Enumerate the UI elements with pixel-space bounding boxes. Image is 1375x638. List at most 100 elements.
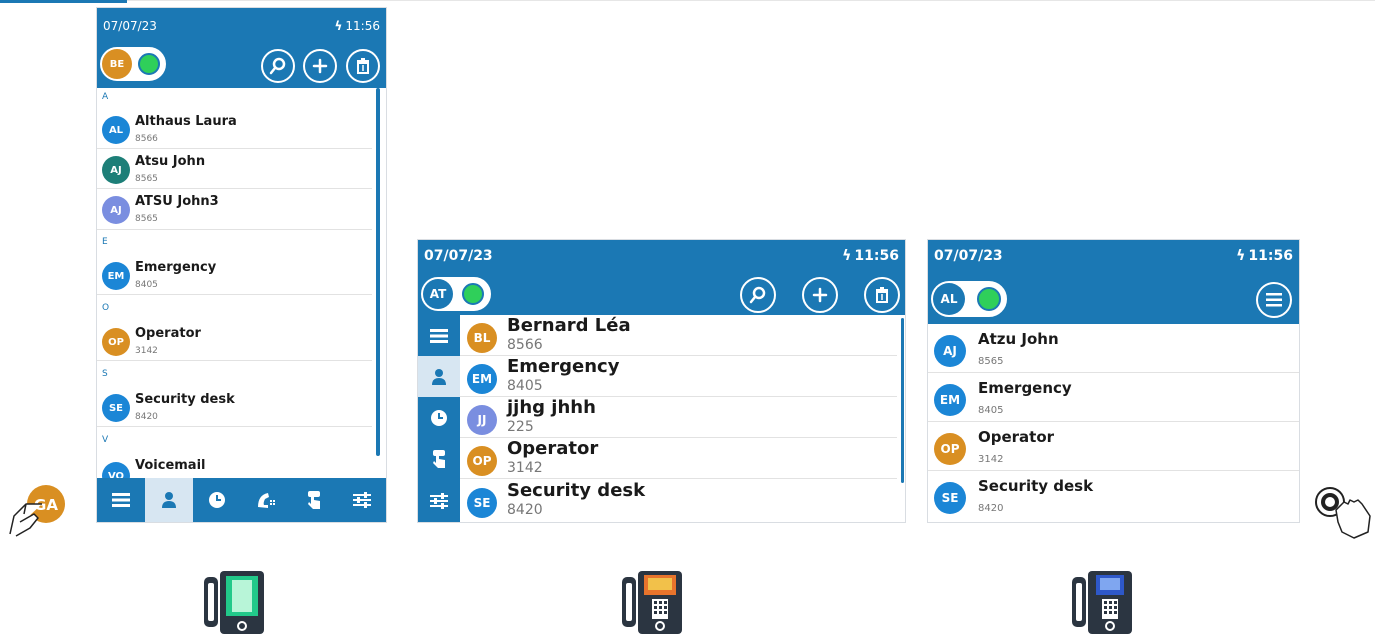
- contact-name: Security desk: [978, 477, 1094, 495]
- add-contact-button[interactable]: [802, 277, 838, 313]
- settings-icon: [352, 492, 371, 508]
- scrollbar[interactable]: [901, 318, 904, 483]
- contact-row[interactable]: AJ ATSU John3 8565: [97, 189, 372, 230]
- contact-name: Atsu John: [135, 154, 206, 169]
- nav-dialpad[interactable]: [242, 478, 290, 522]
- contact-row[interactable]: OP Operator 3142: [460, 438, 897, 479]
- section-header: S: [102, 369, 108, 379]
- menu-icon: [430, 328, 448, 343]
- contact-avatar: OP: [467, 446, 497, 476]
- contact-row[interactable]: OP Operator 3142: [928, 422, 1299, 471]
- nav-contacts[interactable]: [418, 356, 460, 397]
- touch-icon: [433, 449, 445, 468]
- contact-avatar: EM: [102, 262, 130, 290]
- top-divider: [0, 0, 1375, 1]
- contact-row[interactable]: VO Voicemail: [97, 452, 372, 490]
- status-bar: 07/07/23 ϟ 11:56: [418, 240, 905, 274]
- presence-dot: [462, 283, 484, 305]
- contact-number: 8405: [507, 378, 543, 394]
- status-bar: 07/07/23 ϟ 11:56: [928, 240, 1299, 274]
- search-button[interactable]: [261, 49, 295, 83]
- contact-initials: AJ: [943, 344, 957, 358]
- contact-number: 8405: [135, 280, 158, 290]
- presence-dot: [138, 53, 160, 75]
- section-header: A: [102, 92, 109, 102]
- contact-avatar: AJ: [934, 335, 966, 367]
- presence-dot: [977, 287, 1001, 311]
- trash-icon: [876, 287, 888, 303]
- delete-button[interactable]: [346, 49, 380, 83]
- contact-row[interactable]: BL Bernard Léa 8566: [460, 315, 897, 356]
- nav-touch[interactable]: [290, 478, 338, 522]
- contact-number: 3142: [978, 454, 1004, 465]
- contact-name: Emergency: [978, 379, 1072, 397]
- user-avatar-initials: AL: [940, 292, 958, 306]
- nav-menu[interactable]: [418, 315, 460, 356]
- power-icon: ϟ: [842, 248, 852, 264]
- contact-row[interactable]: AJ Atsu John 8565: [97, 149, 372, 189]
- add-contact-button[interactable]: [303, 49, 337, 83]
- user-avatar: BE: [102, 49, 132, 79]
- user-avatar: AL: [933, 283, 965, 315]
- search-button[interactable]: [740, 277, 776, 313]
- trash-icon: [357, 58, 369, 74]
- knob-touch-hand-icon: [1314, 486, 1374, 540]
- nav-history[interactable]: [193, 478, 241, 522]
- contact-row[interactable]: SE Security desk 8420: [460, 479, 897, 522]
- contact-number: 8420: [135, 412, 158, 422]
- nav-contacts[interactable]: [145, 478, 194, 522]
- user-presence-toggle[interactable]: AL: [931, 281, 1007, 317]
- user-presence-toggle[interactable]: AT: [421, 277, 491, 311]
- contact-row[interactable]: AJ Atzu John 8565: [928, 324, 1299, 373]
- nav-touch[interactable]: [418, 438, 460, 479]
- status-bar: 07/07/23 ϟ 11:56: [97, 8, 386, 42]
- landscape-phone-screen: 07/07/23 ϟ 11:56 AT BL Bernard Léa 8566 …: [418, 240, 905, 522]
- contact-row[interactable]: EM Emergency 8405: [928, 373, 1299, 422]
- nav-settings[interactable]: [338, 478, 386, 522]
- status-date: 07/07/23: [103, 19, 157, 33]
- contact-number: 3142: [507, 460, 543, 476]
- contact-avatar: SE: [102, 394, 130, 422]
- contact-row[interactable]: OP Operator 3142: [97, 320, 372, 361]
- contact-row[interactable]: SE Security desk 8420: [97, 386, 372, 427]
- contact-number: 8565: [978, 356, 1004, 367]
- small-phone-screen: 07/07/23 ϟ 11:56 AL AJ Atzu John 8565 EM …: [928, 240, 1299, 522]
- delete-button[interactable]: [864, 277, 900, 313]
- nav-history[interactable]: [418, 397, 460, 438]
- contact-name: jjhg jhhh: [507, 397, 596, 418]
- contact-row[interactable]: JJ jjhg jhhh 225: [460, 397, 897, 438]
- contact-avatar: OP: [102, 328, 130, 356]
- contact-row[interactable]: EM Emergency 8405: [460, 356, 897, 397]
- contact-name: Security desk: [135, 392, 235, 407]
- contact-name: ATSU John3: [135, 194, 219, 209]
- bottom-nav: [97, 478, 386, 522]
- history-icon: [431, 409, 447, 426]
- contact-initials: EM: [471, 372, 493, 386]
- contact-initials: BL: [473, 331, 491, 345]
- side-nav: [418, 315, 460, 522]
- contacts-icon: [432, 368, 446, 385]
- user-presence-toggle[interactable]: BE: [100, 47, 166, 81]
- nav-settings[interactable]: [418, 479, 460, 522]
- contact-row[interactable]: EM Emergency 8405: [97, 254, 372, 295]
- touch-icon: [307, 491, 320, 509]
- contact-name: Emergency: [507, 356, 620, 377]
- contact-initials: SE: [108, 402, 124, 414]
- plus-icon: [312, 58, 328, 74]
- contact-avatar: AJ: [102, 196, 130, 224]
- contact-row[interactable]: SE Security desk 8420: [928, 471, 1299, 522]
- contact-name: Voicemail: [135, 458, 206, 473]
- nav-menu[interactable]: [97, 478, 145, 522]
- scrollbar[interactable]: [376, 88, 380, 456]
- contact-row[interactable]: AL Althaus Laura 8566: [97, 109, 372, 149]
- contact-initials: OP: [108, 336, 124, 348]
- contact-initials: AL: [108, 124, 124, 136]
- menu-button[interactable]: [1256, 282, 1292, 318]
- contact-name: Bernard Léa: [507, 315, 631, 336]
- user-avatar-initials: BE: [109, 58, 125, 70]
- search-icon: [269, 57, 286, 75]
- contact-initials: JJ: [477, 413, 487, 427]
- plus-icon: [812, 287, 828, 303]
- user-avatar-initials: AT: [429, 287, 447, 301]
- contact-number: 8566: [135, 134, 158, 144]
